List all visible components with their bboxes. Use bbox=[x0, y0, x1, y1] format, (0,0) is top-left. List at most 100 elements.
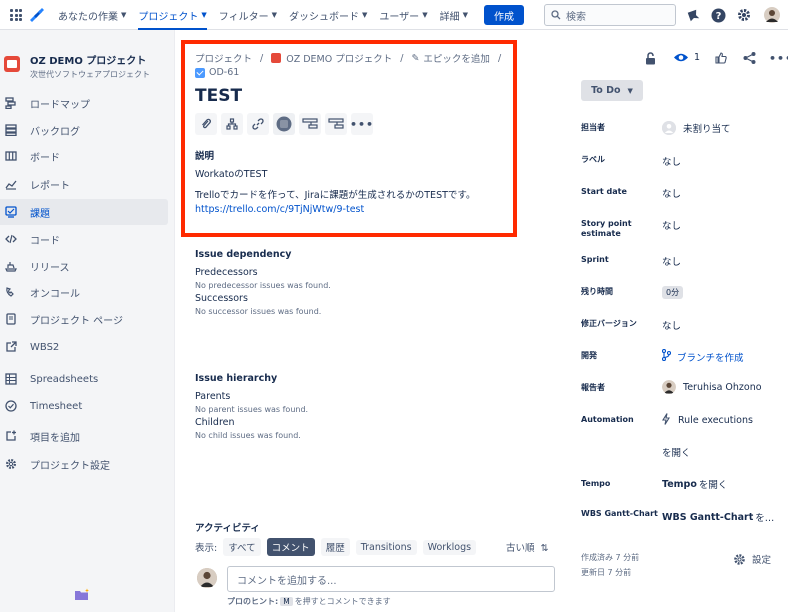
reports-icon bbox=[4, 177, 18, 191]
chevron-down-icon: ▼ bbox=[627, 86, 633, 95]
reporter-value[interactable]: Teruhisa Ohzono bbox=[662, 380, 762, 394]
lock-icon[interactable] bbox=[645, 52, 656, 65]
issues-icon bbox=[4, 205, 18, 219]
user-avatar bbox=[197, 568, 217, 588]
watch-button[interactable]: 1 bbox=[673, 52, 700, 63]
app-switcher-icon[interactable] bbox=[10, 9, 22, 21]
sidebar-item-issues[interactable]: 課題 bbox=[0, 199, 168, 225]
share-icon[interactable] bbox=[743, 52, 756, 64]
children-note: No child issues was found. bbox=[195, 431, 301, 440]
jira-logo-icon[interactable] bbox=[28, 8, 44, 22]
nav-label: 詳細 bbox=[439, 11, 460, 23]
spreadsheet-icon bbox=[4, 372, 18, 386]
status-button[interactable]: To Do ▼ bbox=[581, 80, 643, 101]
filter-transitions[interactable]: Transitions bbox=[355, 539, 417, 555]
sidebar-item-label: ロードマップ bbox=[30, 99, 90, 111]
project-avatar-icon bbox=[4, 56, 20, 72]
search-input[interactable]: 検索 bbox=[544, 4, 676, 26]
issue-main: プロジェクト / OZ DEMO プロジェクト / ✎ エピックを追加 / OD… bbox=[175, 30, 565, 612]
timesheet-icon bbox=[4, 399, 18, 413]
field-label-time-remaining: 残り時間 bbox=[581, 287, 613, 296]
notifications-icon[interactable] bbox=[684, 6, 702, 24]
panel-settings-button[interactable]: 設定 bbox=[733, 552, 771, 566]
filter-all[interactable]: すべて bbox=[223, 538, 261, 556]
sidebar-item-spreadsheets[interactable]: Spreadsheets bbox=[0, 366, 168, 392]
sidebar-item-project-settings[interactable]: プロジェクト設定 bbox=[0, 451, 168, 477]
predecessors-note: No predecessor issues was found. bbox=[195, 281, 331, 290]
sidebar-item-label: Timesheet bbox=[30, 400, 83, 412]
nav-dashboards[interactable]: ダッシュボード ▼ bbox=[283, 0, 373, 30]
nav-your-work[interactable]: あなたの作業 ▼ bbox=[52, 0, 132, 30]
watch-count: 1 bbox=[694, 52, 701, 63]
sprint-value[interactable]: なし bbox=[662, 254, 681, 268]
time-remaining-value[interactable]: 0分 bbox=[662, 286, 684, 299]
rule-executions-open[interactable]: を開く bbox=[662, 445, 691, 459]
sidebar-item-label: 項目を追加 bbox=[30, 432, 80, 444]
sort-order-button[interactable]: 古い順 ⇅ bbox=[506, 540, 549, 554]
wbs-gantt-open-label: を… bbox=[755, 513, 775, 524]
nav-more[interactable]: 詳細 ▼ bbox=[434, 0, 474, 30]
parents-label: Parents bbox=[195, 391, 231, 402]
rule-executions-label: Rule executions bbox=[678, 415, 753, 426]
sidebar-item-wbs2[interactable]: WBS2 bbox=[0, 334, 168, 360]
hierarchy-title: Issue hierarchy bbox=[195, 373, 278, 384]
tempo-open-link[interactable]: Tempo を開く bbox=[662, 477, 727, 492]
nav-people[interactable]: ユーザー ▼ bbox=[373, 0, 433, 30]
thumbs-up-icon[interactable] bbox=[715, 52, 727, 64]
predecessors-label: Predecessors bbox=[195, 267, 258, 278]
start-date-value[interactable]: なし bbox=[662, 186, 681, 200]
labels-value[interactable]: なし bbox=[662, 154, 681, 168]
sidebar-item-reports[interactable]: レポート bbox=[0, 171, 168, 197]
project-pages-icon bbox=[4, 312, 18, 326]
filter-comments[interactable]: コメント bbox=[266, 538, 315, 556]
created-time: 作成済み 7 分前 bbox=[581, 553, 640, 562]
sidebar-item-backlog[interactable]: バックログ bbox=[0, 117, 168, 143]
comment-input[interactable]: コメントを追加する... bbox=[227, 566, 555, 592]
nav-projects[interactable]: プロジェクト ▼ bbox=[132, 0, 212, 30]
sidebar-item-timesheet[interactable]: Timesheet bbox=[0, 393, 168, 419]
create-branch-link[interactable]: ブランチを作成 bbox=[661, 348, 744, 364]
sidebar-item-project-pages[interactable]: プロジェクト ページ bbox=[0, 306, 168, 332]
rule-executions-link[interactable]: Rule executions bbox=[662, 413, 753, 428]
sidebar-item-label: バックログ bbox=[30, 126, 80, 138]
lightning-icon bbox=[662, 413, 670, 428]
wbs-gantt-link[interactable]: WBS Gantt-Chart を… bbox=[662, 510, 775, 525]
field-label-labels: ラベル bbox=[581, 155, 605, 164]
profile-avatar[interactable] bbox=[763, 6, 781, 24]
sidebar-item-label: オンコール bbox=[30, 288, 80, 300]
branch-icon bbox=[661, 348, 672, 364]
assignee-value[interactable]: 未割り当て bbox=[662, 121, 731, 135]
fix-version-value[interactable]: なし bbox=[662, 318, 681, 332]
filter-worklogs[interactable]: Worklogs bbox=[422, 539, 477, 555]
create-button[interactable]: 作成 bbox=[483, 5, 524, 25]
help-icon[interactable]: ? bbox=[709, 6, 727, 24]
ellipsis-icon[interactable]: ••• bbox=[769, 52, 788, 65]
sidebar-item-add-item[interactable]: 項目を追加 bbox=[0, 423, 168, 449]
filter-history[interactable]: 履歴 bbox=[320, 538, 350, 556]
chevron-down-icon: ▼ bbox=[201, 11, 207, 19]
project-header[interactable]: OZ DEMO プロジェクト 次世代ソフトウェアプロジェクト bbox=[4, 52, 150, 80]
children-label: Children bbox=[195, 417, 235, 428]
highlight-box bbox=[181, 40, 517, 237]
updated-time: 更新日 7 分前 bbox=[581, 568, 632, 577]
project-name: OZ DEMO プロジェクト bbox=[30, 56, 147, 67]
chevron-down-icon: ▼ bbox=[422, 11, 428, 19]
sidebar-item-roadmap[interactable]: ロードマップ bbox=[0, 90, 168, 116]
folder-sparkle-icon[interactable] bbox=[74, 588, 90, 604]
roadmap-icon bbox=[4, 96, 18, 110]
nav-label: プロジェクト bbox=[138, 11, 199, 23]
sidebar-item-board[interactable]: ボード bbox=[0, 143, 168, 169]
gear-icon[interactable] bbox=[735, 6, 753, 24]
nav-filters[interactable]: フィルター ▼ bbox=[213, 0, 283, 30]
field-label-sprint: Sprint bbox=[581, 255, 609, 264]
assignee-name: 未割り当て bbox=[683, 124, 731, 135]
sidebar-item-label: リリース bbox=[30, 262, 70, 274]
sort-label: 古い順 bbox=[506, 543, 535, 554]
sort-icon: ⇅ bbox=[540, 543, 549, 554]
sidebar-item-on-call[interactable]: オンコール bbox=[0, 279, 168, 305]
nav-label: ユーザー bbox=[379, 11, 420, 23]
parents-note: No parent issues was found. bbox=[195, 405, 309, 414]
sidebar-item-releases[interactable]: リリース bbox=[0, 253, 168, 279]
story-points-value[interactable]: なし bbox=[662, 218, 681, 232]
sidebar-item-code[interactable]: コード bbox=[0, 226, 168, 252]
